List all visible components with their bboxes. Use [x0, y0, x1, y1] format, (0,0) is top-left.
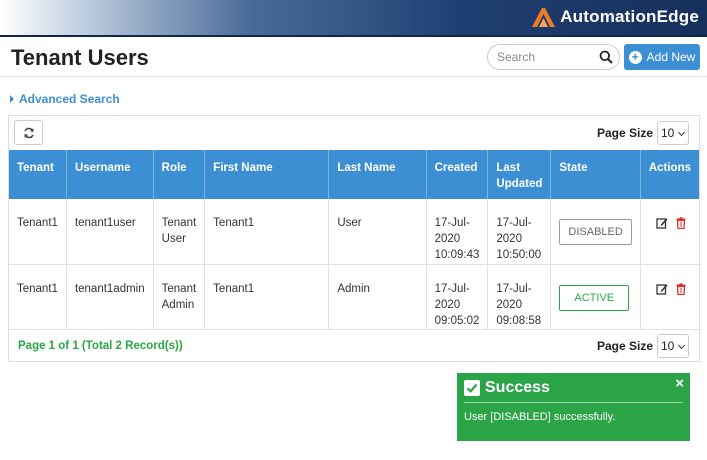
chevron-down-icon [677, 128, 686, 137]
page-size-label: Page Size [596, 126, 653, 140]
edit-icon[interactable] [656, 283, 668, 295]
plus-circle-icon: + [628, 50, 642, 64]
users-table: Tenant Username Role First Name Last Nam… [9, 150, 699, 330]
close-icon[interactable]: × [675, 375, 684, 392]
toast-message: User [DISABLED] successfully. [464, 411, 616, 423]
header-last-updated[interactable]: Last Updated [487, 150, 552, 199]
state-toggle-button[interactable]: ACTIVE [559, 284, 630, 311]
add-new-button[interactable]: + Add New [624, 44, 700, 70]
search-icon[interactable] [599, 50, 613, 64]
cell-state: DISABLED [550, 199, 641, 265]
cell-role: Tenant Admin [153, 264, 206, 330]
header-state[interactable]: State [550, 150, 641, 199]
toast-divider [464, 402, 683, 403]
header-last-name[interactable]: Last Name [328, 150, 427, 199]
cell-first-name: Tenant1 [204, 199, 330, 265]
header-username[interactable]: Username [66, 150, 154, 199]
check-square-icon [464, 380, 480, 396]
state-toggle-button[interactable]: DISABLED [559, 219, 632, 245]
cell-tenant: Tenant1 [9, 264, 67, 330]
trash-icon[interactable] [675, 282, 687, 295]
success-toast: Success × User [DISABLED] successfully. [457, 373, 690, 441]
automationedge-logo-icon [532, 8, 556, 27]
table-row: Tenant1 tenant1admin Tenant Admin Tenant… [9, 264, 699, 330]
toast-title: Success [485, 379, 550, 396]
cell-role: Tenant User [153, 199, 206, 265]
cell-username: tenant1user [66, 199, 154, 265]
page-size-bottom: Page Size 10 [597, 334, 689, 358]
cell-first-name: Tenant1 [204, 264, 330, 330]
top-bar: AutomationEdge [0, 0, 707, 37]
page-title: Tenant Users [11, 45, 149, 70]
page-size-top: Page Size 10 [597, 121, 689, 145]
refresh-icon [23, 127, 34, 138]
page-size-value: 10 [661, 339, 675, 353]
brand-logo: AutomationEdge [530, 3, 699, 31]
table-header-row: Tenant Username Role First Name Last Nam… [9, 150, 699, 199]
search-input[interactable] [497, 50, 597, 64]
refresh-button[interactable] [14, 120, 43, 145]
cell-username: tenant1admin [66, 264, 154, 330]
trash-icon[interactable] [675, 217, 687, 229]
pagination-info: Page 1 of 1 (Total 2 Record(s)) [18, 340, 183, 352]
chevron-down-icon [677, 341, 686, 350]
add-new-label: Add New [646, 50, 696, 64]
cell-created: 17-Jul-2020 10:09:43 [426, 199, 489, 265]
advanced-search-label: Advanced Search [19, 92, 120, 106]
page-size-label: Page Size [596, 339, 653, 353]
page-size-select[interactable]: 10 [657, 121, 689, 145]
cell-last-name: User [328, 199, 427, 265]
header-tenant[interactable]: Tenant [9, 150, 67, 199]
header-first-name[interactable]: First Name [204, 150, 330, 199]
cell-state: ACTIVE [550, 264, 641, 330]
header-role[interactable]: Role [153, 150, 206, 199]
cell-actions [640, 199, 699, 265]
cell-last-name: Admin [328, 264, 427, 330]
search-box[interactable] [487, 44, 620, 70]
caret-right-icon [10, 95, 14, 103]
cell-actions [640, 264, 699, 330]
page-size-value: 10 [661, 126, 675, 140]
header-actions: Actions [640, 150, 699, 199]
page-size-select[interactable]: 10 [657, 334, 689, 358]
advanced-search-toggle[interactable]: Advanced Search [10, 92, 120, 106]
title-divider [0, 76, 707, 77]
cell-last-updated: 17-Jul-2020 09:08:58 [487, 264, 552, 330]
header-created[interactable]: Created [426, 150, 489, 199]
cell-tenant: Tenant1 [9, 199, 67, 265]
brand-name: AutomationEdge [560, 7, 699, 26]
table-row: Tenant1 tenant1user Tenant User Tenant1 … [9, 199, 699, 265]
users-panel: Page Size 10 Tenant Username Role First … [8, 115, 700, 362]
cell-created: 17-Jul-2020 09:05:02 [426, 264, 489, 330]
cell-last-updated: 17-Jul-2020 10:50:00 [487, 199, 552, 265]
edit-icon[interactable] [656, 217, 668, 229]
